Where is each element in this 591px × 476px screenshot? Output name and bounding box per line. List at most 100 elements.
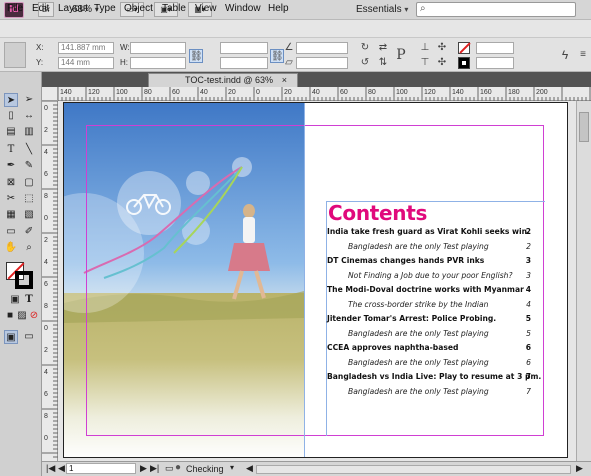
select-container-icon[interactable]: ⊥ [418,41,432,55]
select-previous-icon[interactable]: ✣ [435,41,449,55]
select-next-icon[interactable]: ✣ [435,56,449,70]
rotation-angle-field[interactable] [296,42,348,54]
vertical-ruler-tick-label: 8 [44,193,48,200]
last-page-icon[interactable]: ▶| [150,463,159,474]
content-placer-icon[interactable]: ▥ [22,125,36,139]
ruler-tick-label: 20 [228,89,236,96]
formatting-container-icon[interactable]: ▣ [8,293,22,307]
free-transform-tool-icon[interactable]: ⬚ [22,192,36,206]
note-tool-icon[interactable]: ▭ [4,225,18,239]
toc-entry[interactable]: DT Cinemas changes hands PVR inks 3 [327,254,531,267]
preview-view-icon[interactable]: ▭ [22,330,36,344]
toc-entry[interactable]: Bangladesh are the only Test playing 2 [327,240,531,253]
stroke-swatch[interactable] [458,57,470,69]
hand-tool-icon[interactable]: ✋ [4,241,18,255]
selection-tool-icon[interactable]: ➤ [4,93,18,107]
height-field[interactable] [130,57,186,69]
page-tool-icon[interactable]: ▯ [4,109,18,123]
menu-layout[interactable]: Layout [58,3,88,14]
menu-window[interactable]: Window [225,3,261,14]
width-field[interactable] [130,42,186,54]
previous-page-icon[interactable]: ◀ [58,463,65,474]
toc-entry-text: Jitender Tomar's Arrest: Police Probing. [327,314,497,323]
stroke-color-swatch[interactable] [15,271,33,289]
fill-swatch[interactable] [458,42,471,54]
workspace-switcher[interactable]: Essentials ▾ [356,4,408,15]
x-position-field[interactable]: 141.887 mm [58,42,114,54]
gap-tool-icon[interactable]: ↔ [22,109,36,123]
eyedropper-tool-icon[interactable]: ✐ [22,225,36,239]
close-icon[interactable]: × [282,74,287,86]
toc-entry-page: 3 [525,256,531,265]
next-page-icon[interactable]: ▶ [140,463,147,474]
open-page-icon[interactable]: ▭ [165,463,174,474]
formatting-text-icon[interactable]: T [22,293,36,307]
reference-point-icon[interactable] [4,42,26,68]
toc-entry[interactable]: The Modi-Doval doctrine works with Myanm… [327,283,531,296]
constrain-proportions-icon[interactable]: ⛓ [189,49,203,63]
normal-view-icon[interactable]: ▣ [4,330,18,344]
horizontal-scrollbar[interactable] [256,465,571,474]
menu-table[interactable]: Table [162,3,186,14]
stroke-type-field[interactable] [476,57,514,69]
menu-view[interactable]: View [195,3,217,14]
toc-entry[interactable]: Not Finding a Job due to your poor Engli… [327,269,531,282]
stroke-weight-field[interactable] [476,42,514,54]
pencil-tool-icon[interactable]: ✎ [22,159,36,173]
apply-none-icon[interactable]: ⊘ [27,309,41,323]
horizontal-ruler[interactable]: 140 120 100 80 60 40 20 0 20 40 60 80 100 120 140 160 18… [58,87,591,101]
scroll-left-icon[interactable]: ◀ [246,463,253,474]
gradient-swatch-tool-icon[interactable]: ▦ [4,208,18,222]
content-collector-icon[interactable]: ▤ [4,125,18,139]
menu-help[interactable]: Help [268,3,289,14]
rectangle-frame-tool-icon[interactable]: ⊠ [4,176,18,190]
menu-file[interactable]: File [7,3,23,14]
ruler-origin[interactable] [42,87,58,101]
gradient-feather-tool-icon[interactable]: ▧ [22,208,36,222]
scale-y-field[interactable] [220,57,268,69]
zoom-tool-icon[interactable]: ⌕ [22,241,36,255]
document-tab[interactable]: TOC-test.indd @ 63% × [148,73,298,87]
pen-tool-icon[interactable]: ✒ [4,159,18,173]
scale-x-field[interactable] [220,42,268,54]
first-page-icon[interactable]: |◀ [46,463,55,474]
chevron-down-icon[interactable]: ▾ [230,463,234,472]
scissors-tool-icon[interactable]: ✂ [4,192,18,206]
toc-entry[interactable]: CCEA approves naphtha-based 6 [327,341,531,354]
select-content-icon[interactable]: ⊤ [418,56,432,70]
flip-horizontal-icon[interactable]: ⇄ [376,41,390,55]
menu-type[interactable]: Type [94,3,116,14]
flip-vertical-icon[interactable]: ⇅ [376,56,390,70]
toc-entry[interactable]: India take fresh guard as Virat Kohli se… [327,225,531,238]
scrollbar-thumb[interactable] [579,112,589,142]
direct-selection-tool-icon[interactable]: ➢ [22,93,36,107]
vertical-ruler-tick-label: 0 [44,325,48,332]
toc-entry-page: 4 [526,299,531,309]
vertical-scrollbar[interactable] [576,101,591,461]
vertical-ruler[interactable]: 0 2 4 6 8 0 2 4 6 8 0 2 4 6 8 0 [42,101,58,461]
rotate-cw-icon[interactable]: ↻ [358,41,372,55]
y-position-field[interactable]: 144 mm [58,57,114,69]
toc-entry[interactable]: Bangladesh are the only Test playing 6 [327,356,531,369]
type-tool-icon[interactable]: T [4,143,18,157]
preflight-status[interactable]: Checking [186,464,224,474]
menu-edit[interactable]: Edit [32,3,49,14]
toc-entry[interactable]: Bangladesh are the only Test playing 7 [327,385,531,398]
toc-entry[interactable]: The cross-border strike by the Indian 4 [327,298,531,311]
quick-apply-icon[interactable]: ϟ [558,48,572,62]
menu-object[interactable]: Object [124,3,153,14]
toc-entry[interactable]: Bangladesh are the only Test playing 5 [327,327,531,340]
rotate-ccw-icon[interactable]: ↺ [358,56,372,70]
scroll-right-icon[interactable]: ▶ [576,463,583,474]
toc-entry[interactable]: Bangladesh vs India Live: Play to resume… [327,370,541,383]
vertical-ruler-ticks: 0 2 4 6 8 0 2 4 6 8 0 2 4 6 8 0 [42,101,58,458]
page-number-field[interactable]: 1 [66,463,136,474]
line-tool-icon[interactable]: ╲ [22,143,36,157]
vertical-ruler-tick-label: 6 [44,391,48,398]
rectangle-tool-icon[interactable]: ▢ [22,176,36,190]
search-input[interactable]: ⌕ [416,2,576,17]
toc-entry[interactable]: Jitender Tomar's Arrest: Police Probing.… [327,312,531,325]
shear-angle-field[interactable] [296,57,348,69]
document-page[interactable]: Contents India take fresh guard as Virat… [63,102,568,458]
panel-menu-icon[interactable]: ≡ [576,48,590,62]
